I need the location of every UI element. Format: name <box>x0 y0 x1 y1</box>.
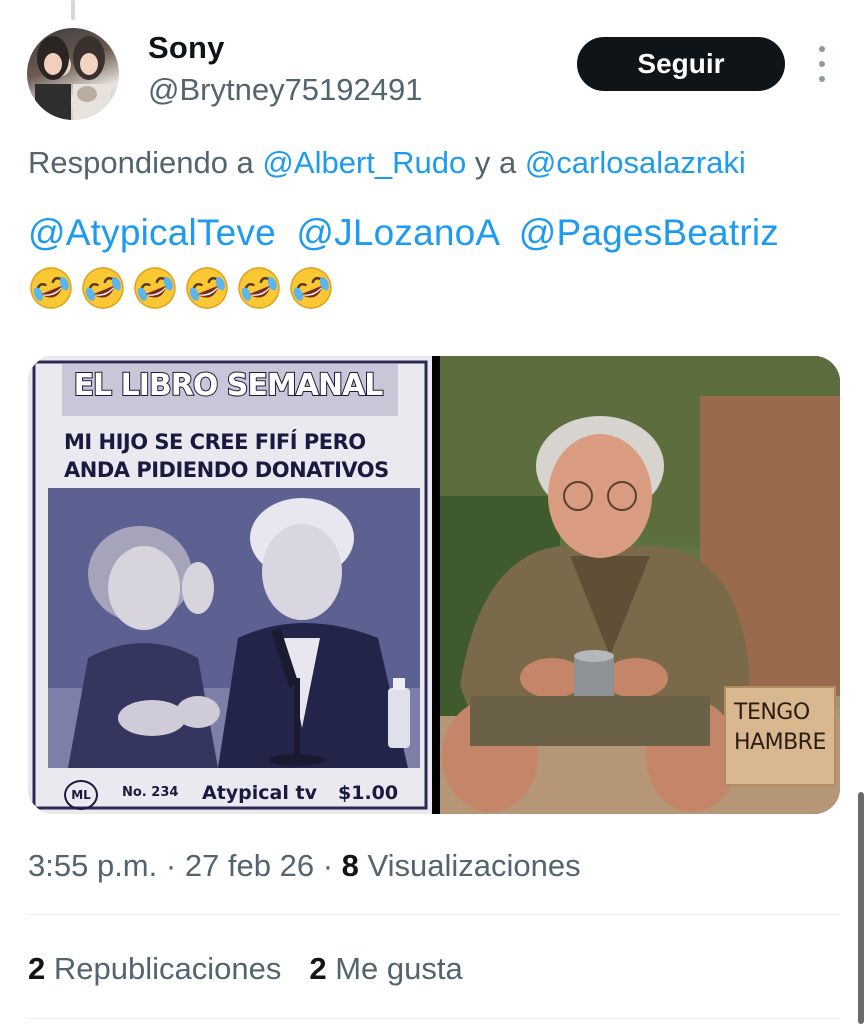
emoji-row <box>28 265 334 311</box>
reposts-label: Republicaciones <box>45 951 282 986</box>
rolling-on-the-floor-laughing-icon <box>28 265 74 311</box>
cover-footer: ML No. 234 Atypical tv $1.00 <box>56 780 399 810</box>
reply-mention-albert-rudo[interactable]: @Albert_Rudo <box>262 145 466 180</box>
tweet-date[interactable]: 27 feb 26 <box>185 848 314 883</box>
author-handle[interactable]: @Brytney75192491 <box>148 72 423 108</box>
avatar[interactable] <box>27 28 119 120</box>
more-options-icon[interactable] <box>812 46 832 82</box>
divider <box>28 1018 840 1019</box>
replying-to-line: Respondiendo a @Albert_Rudo y a @carlosa… <box>28 145 746 181</box>
tweet-stats: 2 Republicaciones 2 Me gusta <box>28 951 463 987</box>
likes-count: 2 <box>309 951 327 986</box>
follow-button[interactable]: Seguir <box>577 37 785 91</box>
thread-connector-line <box>71 0 75 20</box>
views-label: Visualizaciones <box>358 848 581 883</box>
likes-label: Me gusta <box>326 951 463 986</box>
tweet-media[interactable]: EL LIBRO SEMANAL MI HIJO SE CREE FIFÍ PE… <box>28 356 840 814</box>
replying-to-prefix: Respondiendo a <box>28 145 263 180</box>
sign-line-2: HAMBRE <box>734 730 826 755</box>
rolling-on-the-floor-laughing-icon <box>132 265 178 311</box>
mention-jlozanoa[interactable]: @JLozanoA <box>296 212 498 253</box>
tweet-detail: Sony @Brytney75192491 Seguir Respondiend… <box>0 0 868 1024</box>
rolling-on-the-floor-laughing-icon <box>288 265 334 311</box>
cover-subtitle-line-1: MI HIJO SE CREE FIFÍ PERO <box>64 430 366 454</box>
media-image-man-with-sign[interactable]: TENGO HAMBRE <box>440 356 840 814</box>
cover-logo: ML <box>64 780 98 810</box>
tweet-text: @AtypicalTeve @JLozanoA @PagesBeatriz <box>28 212 779 254</box>
mention-atypicalteve[interactable]: @AtypicalTeve <box>28 212 276 253</box>
avatar-photo <box>35 36 111 120</box>
rolling-on-the-floor-laughing-icon <box>184 265 230 311</box>
cover-title: EL LIBRO SEMANAL <box>73 367 385 404</box>
more-dot <box>819 76 825 82</box>
scrollbar[interactable] <box>858 792 864 1024</box>
more-dot <box>819 61 825 67</box>
sign-card: TENGO HAMBRE <box>724 686 836 786</box>
mention-pagesbeatriz[interactable]: @PagesBeatriz <box>519 212 779 253</box>
reposts-link[interactable]: 2 Republicaciones <box>28 951 281 986</box>
meta-separator: · <box>157 848 185 883</box>
cover-subtitle: MI HIJO SE CREE FIFÍ PERO ANDA PIDIENDO … <box>64 428 404 484</box>
views-count: 8 <box>341 848 359 883</box>
cover-brand: Atypical tv <box>202 782 317 804</box>
author-display-name[interactable]: Sony <box>148 30 225 66</box>
cover-subtitle-line-2: ANDA PIDIENDO DONATIVOS <box>64 458 389 482</box>
meta-separator: · <box>314 848 342 883</box>
rolling-on-the-floor-laughing-icon <box>80 265 126 311</box>
cover-illustration <box>48 488 420 768</box>
likes-link[interactable]: 2 Me gusta <box>309 951 462 986</box>
media-image-magazine-cover[interactable]: EL LIBRO SEMANAL MI HIJO SE CREE FIFÍ PE… <box>28 356 432 814</box>
reply-mention-carlosalazraki[interactable]: @carlosalazraki <box>525 145 746 180</box>
replying-to-joiner: y a <box>466 145 525 180</box>
more-dot <box>819 46 825 52</box>
tweet-meta: 3:55 p.m. · 27 feb 26 · 8 Visualizacione… <box>28 848 581 884</box>
rolling-on-the-floor-laughing-icon <box>236 265 282 311</box>
cover-price: $1.00 <box>338 782 399 804</box>
sign-line-1: TENGO <box>734 700 810 725</box>
cover-issue-number: No. 234 <box>122 785 179 800</box>
reposts-count: 2 <box>28 951 46 986</box>
divider <box>28 914 840 915</box>
tweet-time[interactable]: 3:55 p.m. <box>28 848 157 883</box>
